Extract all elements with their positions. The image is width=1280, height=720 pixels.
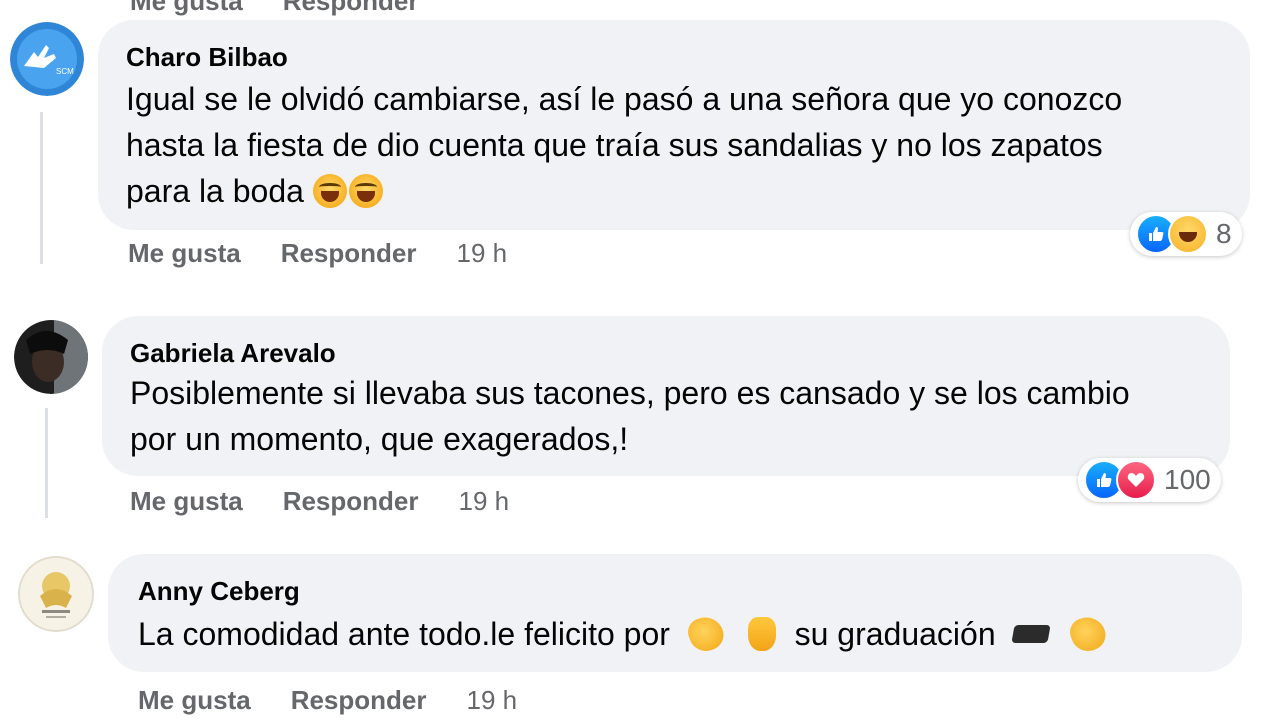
comment-line: Posiblemente si llevaba sus tacones, per…: [130, 375, 1130, 411]
avatar[interactable]: [14, 320, 88, 394]
comment-line: hasta la fiesta de dio cuenta que traía …: [126, 127, 1103, 163]
reaction-summary[interactable]: 100: [1078, 458, 1221, 502]
comment-line: Igual se le olvidó cambiarse, así le pas…: [126, 81, 1123, 117]
comment-text: Igual se le olvidó cambiarse, así le pas…: [126, 76, 1236, 214]
clapping-hands-emoji-icon: [684, 612, 728, 656]
reaction-count: 8: [1216, 218, 1232, 249]
graduation-cap-emoji-icon: [1010, 625, 1051, 643]
comment-actions: Me gusta Responder 19 h: [138, 685, 517, 716]
thread-line: [40, 112, 43, 264]
like-link[interactable]: Me gusta: [138, 685, 251, 716]
clapping-hands-emoji-icon: [1066, 612, 1111, 656]
rolling-laughing-emoji-icon: [348, 174, 383, 208]
reaction-count: 100: [1164, 464, 1211, 495]
svg-text:SCM: SCM: [56, 67, 74, 76]
thread-line: [45, 408, 48, 518]
comment-actions: Me gusta Responder 19 h: [128, 238, 507, 269]
comment-line-text: para la boda: [126, 173, 304, 209]
comment-author[interactable]: Gabriela Arevalo: [130, 338, 336, 369]
comment-author[interactable]: Charo Bilbao: [126, 42, 288, 73]
comment-line: para la boda: [126, 168, 1236, 214]
comment-timestamp[interactable]: 19 h: [459, 486, 510, 517]
reply-link[interactable]: Responder: [283, 0, 419, 17]
like-link[interactable]: Me gusta: [128, 238, 241, 269]
comment-text: Posiblemente si llevaba sus tacones, per…: [130, 370, 1220, 462]
like-link[interactable]: Me gusta: [130, 0, 243, 17]
comment-text: La comodidad ante todo.le felicito por s…: [138, 611, 1238, 657]
comment-timestamp[interactable]: 19 h: [457, 238, 508, 269]
reaction-summary[interactable]: 8: [1130, 212, 1242, 256]
comment-actions: Me gusta Responder 19 h: [130, 486, 509, 517]
reply-link[interactable]: Responder: [281, 238, 417, 269]
avatar[interactable]: SCM: [10, 22, 84, 96]
reply-link[interactable]: Responder: [283, 486, 419, 517]
comment-timestamp[interactable]: 19 h: [467, 685, 518, 716]
haha-icon: [1168, 214, 1208, 254]
thumbs-up-emoji-icon: [747, 617, 776, 651]
comment-text-part: La comodidad ante todo.le felicito por: [138, 616, 670, 652]
like-link[interactable]: Me gusta: [130, 486, 243, 517]
reply-link[interactable]: Responder: [291, 685, 427, 716]
comment-line: por un momento, que exagerados,!: [130, 421, 629, 457]
comment-text-part: su graduación: [794, 616, 996, 652]
avatar[interactable]: [18, 556, 94, 632]
comment-author[interactable]: Anny Ceberg: [138, 576, 300, 607]
rolling-laughing-emoji-icon: [312, 174, 347, 208]
love-icon: [1116, 460, 1156, 500]
previous-comment-actions: Me gusta Responder: [130, 0, 419, 17]
